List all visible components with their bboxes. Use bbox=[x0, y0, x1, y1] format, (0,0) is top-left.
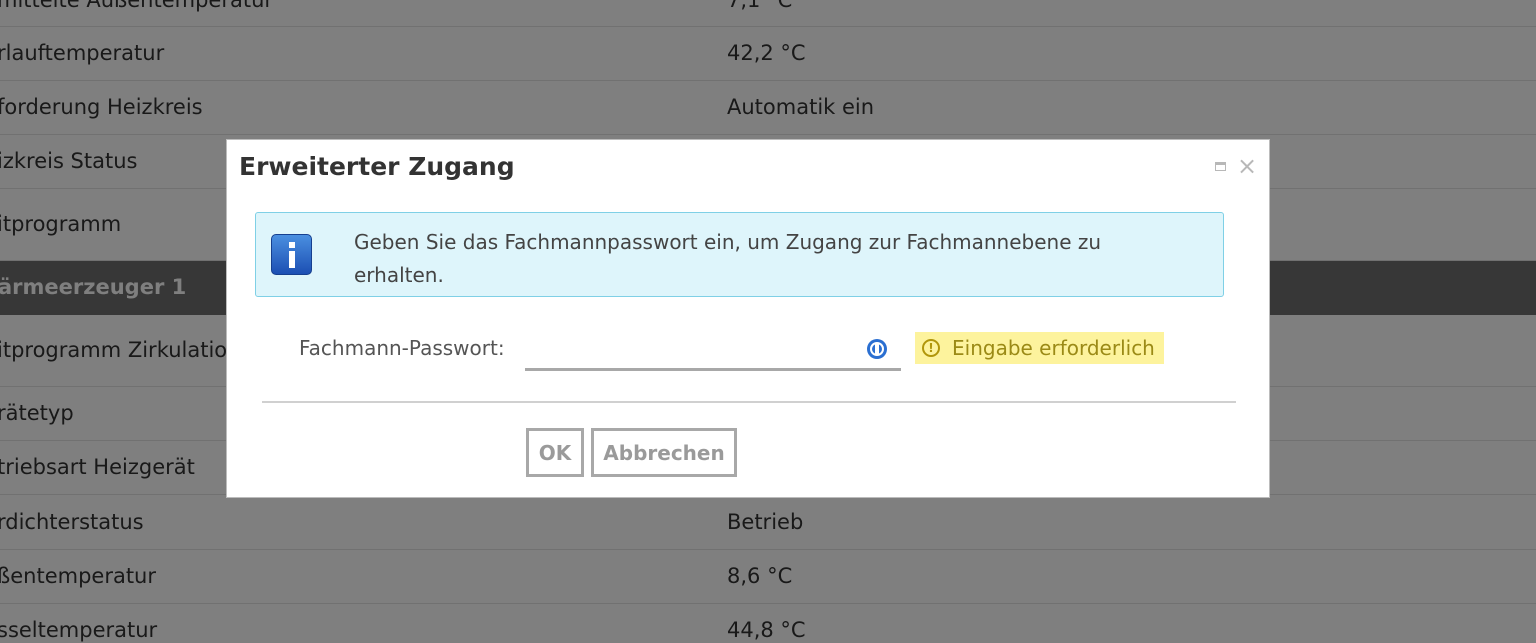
password-label: Fachmann-Passwort: bbox=[299, 336, 505, 360]
advanced-access-dialog: Erweiterter Zugang × Geben Sie das Fachm… bbox=[226, 139, 1270, 498]
validation-warning: ! Eingabe erforderlich bbox=[915, 332, 1164, 364]
close-icon[interactable]: × bbox=[1237, 152, 1257, 180]
password-field[interactable] bbox=[525, 330, 901, 371]
ok-button[interactable]: OK bbox=[526, 428, 584, 477]
password-manager-icon[interactable] bbox=[867, 339, 887, 359]
info-message-text: Geben Sie das Fachmannpasswort ein, um Z… bbox=[354, 230, 1102, 287]
dialog-divider bbox=[262, 401, 1236, 403]
cancel-button[interactable]: Abbrechen bbox=[591, 428, 737, 477]
info-message-box: Geben Sie das Fachmannpasswort ein, um Z… bbox=[255, 212, 1224, 297]
maximize-icon[interactable] bbox=[1215, 162, 1226, 171]
warning-icon: ! bbox=[922, 339, 940, 357]
info-icon bbox=[271, 234, 312, 275]
dialog-title: Erweiterter Zugang bbox=[239, 152, 515, 181]
validation-message: Eingabe erforderlich bbox=[952, 336, 1155, 360]
